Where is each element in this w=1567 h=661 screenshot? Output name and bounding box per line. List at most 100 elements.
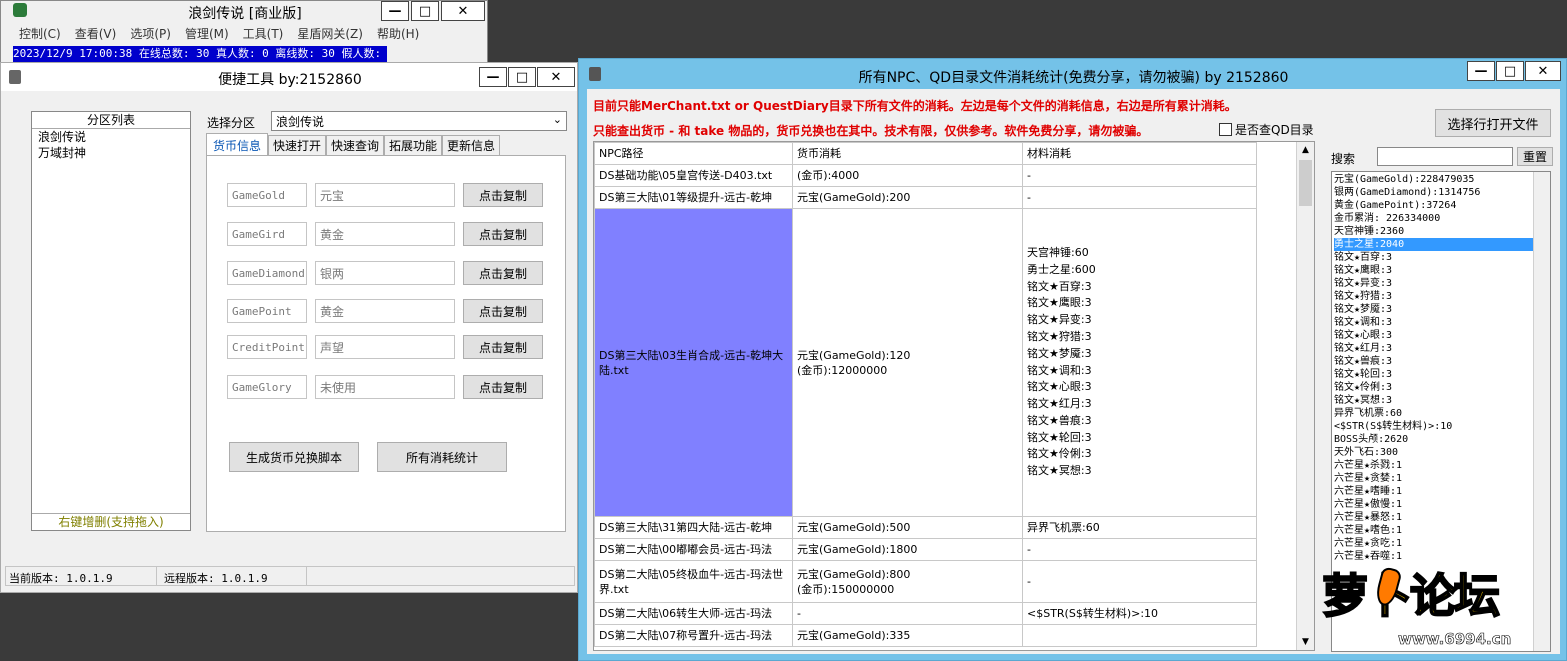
tab-extensions[interactable]: 拓展功能 [384,135,442,155]
copy-button[interactable]: 点击复制 [463,299,543,323]
generate-script-button[interactable]: 生成货币兑换脚本 [229,442,359,472]
currency-code-field[interactable]: GameGold [227,183,307,207]
summary-item[interactable]: <$STR(S$转生材料)>:10 [1334,420,1550,433]
table-row[interactable]: DS第二大陆\05终极血牛-远古-玛法世界.txt 元宝(GameGold):8… [594,560,1257,603]
scroll-thumb[interactable] [1299,160,1312,206]
copy-button[interactable]: 点击复制 [463,375,543,399]
stats-close-button[interactable]: ✕ [1525,61,1561,81]
partition-select[interactable]: 浪剑传说 ⌄ [271,111,567,131]
currency-name-field[interactable]: 元宝 [315,183,455,207]
summary-item[interactable]: 铭文★红月:3 [1334,342,1550,355]
table-row[interactable]: DS第三大陆\03生肖合成-远古-乾坤大陆.txt 元宝(GameGold):1… [594,208,1257,517]
menu-tools[interactable]: 工具(T) [243,25,284,42]
close-button[interactable]: ✕ [441,1,485,21]
summary-item[interactable]: 铭文★梦魇:3 [1334,303,1550,316]
summary-item[interactable]: 异界飞机票:60 [1334,407,1550,420]
table-row[interactable]: DS第二大陆\00嘟嘟会员-远古-玛法 元宝(GameGold):1800 - [594,538,1257,561]
summary-item[interactable]: 六芒星★傲慢:1 [1334,498,1550,511]
menu-view[interactable]: 查看(V) [75,25,117,42]
summary-item[interactable]: 天外飞石:300 [1334,446,1550,459]
summary-item[interactable]: 铭文★调和:3 [1334,316,1550,329]
copy-button[interactable]: 点击复制 [463,183,543,207]
summary-item[interactable]: 六芒星★杀戮:1 [1334,459,1550,472]
table-row[interactable]: DS基础功能\05皇宫传送-D403.txt (金币):4000 - [594,164,1257,187]
tab-quick-open[interactable]: 快速打开 [268,135,326,155]
summary-item[interactable]: 元宝(GameGold):228479035 [1334,173,1550,186]
menu-options[interactable]: 选项(P) [130,25,171,42]
summary-item[interactable]: 银两(GameDiamond):1314756 [1334,186,1550,199]
copy-button[interactable]: 点击复制 [463,222,543,246]
partition-item[interactable]: 浪剑传说 [32,129,190,145]
summary-item[interactable]: 铭文★异变:3 [1334,277,1550,290]
npc-grid[interactable]: NPC路径 货币消耗 材料消耗 DS基础功能\05皇宫传送-D403.txt (… [593,141,1315,651]
table-row[interactable]: DS第二大陆\07称号置升-远古-玛法 元宝(GameGold):335 [594,624,1257,647]
summary-item[interactable]: 铭文★狩猎:3 [1334,290,1550,303]
material-cell: 天宫神锤:60 勇士之星:600 铭文★百穿:3 铭文★鹰眼:3 铭文★异变:3… [1022,208,1257,517]
qd-checkbox[interactable]: 是否查QD目录 [1219,121,1314,138]
status-line-text: 2023/12/9 17:00:38 在线总数: 30 真人数: 0 离线数: … [13,47,387,60]
menu-control[interactable]: 控制(C) [19,25,61,42]
currency-code-field[interactable]: GameGlory [227,375,307,399]
stats-minimize-button[interactable]: — [1467,61,1495,81]
tab-currency-info[interactable]: 货币信息 [206,133,268,156]
partition-list[interactable]: 分区列表 浪剑传说 万域封神 右键增删(支持拖入) [31,111,191,531]
minimize-button[interactable]: — [381,1,409,21]
tool-minimize-button[interactable]: — [479,67,507,87]
all-stats-button[interactable]: 所有消耗统计 [377,442,507,472]
chevron-down-icon[interactable]: ▼ [1297,634,1314,650]
summary-item[interactable]: 铭文★兽痕:3 [1334,355,1550,368]
copy-button[interactable]: 点击复制 [463,261,543,285]
reset-button[interactable]: 重置 [1517,147,1553,166]
summary-item[interactable]: 铭文★伶俐:3 [1334,381,1550,394]
table-row[interactable]: DS第三大陆\31第四大陆-远古-乾坤 元宝(GameGold):500 异界飞… [594,516,1257,539]
copy-button[interactable]: 点击复制 [463,335,543,359]
column-header[interactable]: 材料消耗 [1022,142,1257,165]
search-input[interactable] [1377,147,1513,166]
currency-name-field[interactable]: 未使用 [315,375,455,399]
summary-item[interactable]: 六芒星★暴怒:1 [1334,511,1550,524]
summary-item[interactable]: 六芒星★嗜色:1 [1334,524,1550,537]
summary-item[interactable]: 勇士之星:2040 [1334,238,1550,251]
currency-code-field[interactable]: GameGird [227,222,307,246]
summary-item[interactable]: 铭文★百穿:3 [1334,251,1550,264]
summary-item[interactable]: BOSS头颅:2620 [1334,433,1550,446]
currency-name-field[interactable]: 银两 [315,261,455,285]
currency-name-field[interactable]: 黄金 [315,299,455,323]
summary-item[interactable]: 金币累消: 226334000 [1334,212,1550,225]
table-row[interactable]: DS第二大陆\06转生大师-远古-玛法 - <$STR(S$转生材料)>:10 [594,602,1257,625]
stats-window-titlebar[interactable]: 所有NPC、QD目录文件消耗统计(免费分享，请勿被骗) by 2152860 —… [579,59,1566,89]
grid-scrollbar[interactable]: ▲ ▼ [1296,142,1314,650]
summary-item[interactable]: 天宫神锤:2360 [1334,225,1550,238]
menu-help[interactable]: 帮助(H) [377,25,419,42]
tool-maximize-button[interactable]: □ [508,67,536,87]
maximize-button[interactable]: □ [411,1,439,21]
summary-item[interactable]: 黄金(GamePoint):37264 [1334,199,1550,212]
currency-name-field[interactable]: 声望 [315,335,455,359]
menu-gateway[interactable]: 星盾网关(Z) [297,25,363,42]
stats-maximize-button[interactable]: □ [1496,61,1524,81]
summary-item[interactable]: 铭文★心眼:3 [1334,329,1550,342]
open-file-button[interactable]: 选择行打开文件 [1435,109,1551,137]
tab-quick-query[interactable]: 快速查询 [326,135,384,155]
summary-item[interactable]: 六芒星★贪婪:1 [1334,472,1550,485]
summary-item[interactable]: 铭文★鹰眼:3 [1334,264,1550,277]
currency-code-field[interactable]: GamePoint [227,299,307,323]
tool-close-button[interactable]: ✕ [537,67,575,87]
summary-item[interactable]: 六芒星★嗜睡:1 [1334,485,1550,498]
summary-item[interactable]: 六芒星★贪吃:1 [1334,537,1550,550]
tab-update-info[interactable]: 更新信息 [442,135,500,155]
checkbox-box-icon[interactable] [1219,123,1232,136]
main-window-titlebar[interactable]: 浪剑传说 [商业版] — □ ✕ [1,1,487,22]
tool-window-titlebar[interactable]: 便捷工具 by:2152860 — □ ✕ [1,63,577,91]
menu-manage[interactable]: 管理(M) [185,25,229,42]
column-header[interactable]: NPC路径 [594,142,793,165]
summary-item[interactable]: 铭文★冥想:3 [1334,394,1550,407]
partition-item[interactable]: 万域封神 [32,145,190,161]
column-header[interactable]: 货币消耗 [792,142,1023,165]
currency-code-field[interactable]: CreditPoint [227,335,307,359]
currency-name-field[interactable]: 黄金 [315,222,455,246]
summary-item[interactable]: 铭文★轮回:3 [1334,368,1550,381]
table-row[interactable]: DS第三大陆\01等级提升-远古-乾坤 元宝(GameGold):200 - [594,186,1257,209]
currency-code-field[interactable]: GameDiamond [227,261,307,285]
chevron-up-icon[interactable]: ▲ [1297,142,1314,158]
